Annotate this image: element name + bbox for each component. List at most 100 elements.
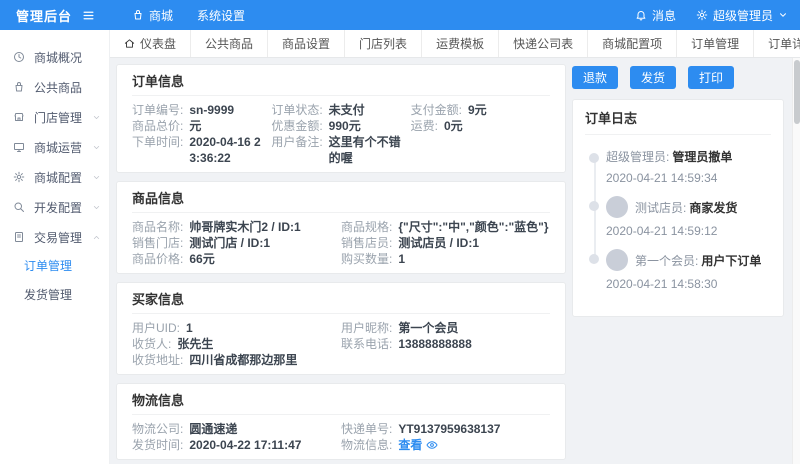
tab-order-detail[interactable]: 订单详细 [754, 30, 800, 57]
sidebar-subitem-order-management[interactable]: 订单管理 [0, 252, 109, 281]
field-label: 物流信息: [341, 437, 392, 453]
topnav-label: 系统设置 [197, 7, 245, 24]
tab-label: 仪表盘 [140, 35, 176, 52]
order-icon [13, 231, 25, 243]
chevron-down-icon [92, 173, 101, 182]
field-label: 收货人: [132, 336, 171, 352]
app-logo: 管理后台 [0, 6, 110, 25]
scrollbar[interactable] [792, 58, 800, 464]
field-label: 收货地址: [132, 352, 183, 368]
field-label: 用户昵称: [341, 320, 392, 336]
field-label: 订单状态: [271, 102, 322, 118]
topnav-system-settings[interactable]: 系统设置 [185, 0, 257, 30]
scrollbar-thumb[interactable] [794, 60, 800, 124]
tab-express-company[interactable]: 快递公司表 [499, 30, 588, 57]
home-icon [124, 38, 135, 49]
detail-cards: 订单信息订单编号:sn-9999商品总价:元下单时间:2020-04-16 23… [116, 64, 566, 464]
print-button[interactable]: 打印 [688, 66, 734, 89]
sidebar-item-mall-operation[interactable]: 商城运营 [0, 132, 109, 162]
field-row: 物流公司:圆通速递 [132, 421, 341, 437]
field-value: 990元 [329, 118, 361, 134]
magnifier-icon [13, 201, 25, 213]
avatar [606, 249, 628, 271]
refund-button[interactable]: 退款 [572, 66, 618, 89]
avatar [606, 196, 628, 218]
order-log-timeline: 超级管理员:管理员撤单2020-04-21 14:59:34测试店员:商家发货2… [585, 135, 771, 291]
tab-dashboard[interactable]: 仪表盘 [110, 30, 191, 57]
field-value: 2020-04-22 17:11:47 [189, 437, 301, 453]
field-row: 订单状态: 未支付 [271, 102, 410, 118]
card-title: 订单信息 [132, 65, 550, 96]
field-value: 张先生 [177, 336, 213, 352]
user-menu-button[interactable]: 超级管理员 [696, 7, 788, 24]
field-label: 购买数量: [341, 251, 392, 267]
main-area: 仪表盘公共商品商品设置门店列表运费模板快递公司表商城配置项订单管理订单详细订单详… [110, 30, 800, 464]
log-entry-line: 测试店员:商家发货 [606, 196, 771, 218]
sidebar-subitem-shipping-management[interactable]: 发货管理 [0, 281, 109, 310]
chevron-down-icon [778, 10, 788, 20]
sidebar-item-mall-overview[interactable]: 商城概况 [0, 42, 109, 72]
field-value: YT9137959638137 [398, 421, 500, 437]
field-row: 用户备注:这里有个不错的喔 [271, 134, 410, 166]
field-value: 圆通速递 [189, 421, 237, 437]
topbar-right: 消息 超级管理员 [635, 7, 800, 24]
sidebar-item-label: 商城运营 [34, 139, 82, 156]
card-title: 买家信息 [132, 283, 550, 314]
sidebar-item-mall-config[interactable]: 商城配置 [0, 162, 109, 192]
order-log-title: 订单日志 [585, 100, 771, 135]
sidebar-item-label: 公共商品 [34, 79, 82, 96]
log-time: 2020-04-21 14:58:30 [606, 277, 771, 291]
field-row: 购买数量:1 [341, 251, 550, 267]
tab-freight-template[interactable]: 运费模板 [422, 30, 499, 57]
card-body: 商品名称:帅哥牌实木门2 / ID:1销售门店:测试门店 / ID:1商品价格:… [132, 213, 550, 269]
tab-label: 商品设置 [282, 35, 330, 52]
sidebar-item-trade-management[interactable]: 交易管理 [0, 222, 109, 252]
sidebar-item-label: 商城概况 [34, 49, 82, 66]
log-author: 测试店员: [635, 199, 686, 216]
ship-button[interactable]: 发货 [630, 66, 676, 89]
log-action: 管理员撤单 [672, 148, 732, 165]
sidebar-item-dev-config[interactable]: 开发配置 [0, 192, 109, 222]
tab-public-goods[interactable]: 公共商品 [191, 30, 268, 57]
tab-mall-config-item[interactable]: 商城配置项 [588, 30, 677, 57]
tab-goods-settings[interactable]: 商品设置 [268, 30, 345, 57]
field-label: 联系电话: [341, 336, 392, 352]
order-info-card: 订单信息订单编号:sn-9999商品总价:元下单时间:2020-04-16 23… [116, 64, 566, 173]
sidebar: 商城概况公共商品门店管理商城运营商城配置开发配置交易管理订单管理发货管理 [0, 30, 110, 464]
action-buttons: 退款发货打印 [572, 66, 784, 89]
tab-order-management[interactable]: 订单管理 [677, 30, 754, 57]
tab-label: 公共商品 [205, 35, 253, 52]
chevron-down-icon [92, 143, 101, 152]
field-row: 商品规格:{"尺寸":"中","颜色":"蓝色"} [341, 219, 550, 235]
logistics-info-card: 物流信息物流公司:圆通速递发货时间:2020-04-22 17:11:47快递单… [116, 383, 566, 460]
field-value: 第一个会员 [398, 320, 458, 336]
buyer-info-card: 买家信息用户UID:1收货人:张先生收货地址:四川省成都那边那里用户昵称:第一个… [116, 282, 566, 375]
bell-icon [635, 9, 647, 21]
view-logistics-link[interactable]: 查看 [398, 437, 438, 453]
topnav-mall[interactable]: 商城 [120, 0, 185, 30]
tab-store-list[interactable]: 门店列表 [345, 30, 422, 57]
card-body: 用户UID:1收货人:张先生收货地址:四川省成都那边那里用户昵称:第一个会员联系… [132, 314, 550, 370]
sidebar-item-store-management[interactable]: 门店管理 [0, 102, 109, 132]
field-label: 订单编号: [132, 102, 183, 118]
field-row: 销售店员:测试店员 / ID:1 [341, 235, 550, 251]
monitor-icon [13, 141, 25, 153]
tab-label: 订单详细 [768, 35, 800, 52]
field-label: 运费: [411, 118, 438, 134]
messages-button[interactable]: 消息 [635, 7, 676, 24]
field-row: 收货人: 张先生 [132, 336, 341, 352]
field-label: 商品价格: [132, 251, 183, 267]
sidebar-item-label: 商城配置 [34, 169, 82, 186]
menu-toggle-icon[interactable] [82, 9, 95, 22]
log-entry-line: 超级管理员:管理员撤单 [606, 148, 771, 165]
field-column: 支付金额:9元运费:0元 [411, 102, 550, 166]
field-row: 销售门店:测试门店 / ID:1 [132, 235, 341, 251]
layout: 商城概况公共商品门店管理商城运营商城配置开发配置交易管理订单管理发货管理 仪表盘… [0, 30, 800, 464]
tab-label: 订单管理 [691, 35, 739, 52]
field-label: 销售店员: [341, 235, 392, 251]
sidebar-item-public-goods[interactable]: 公共商品 [0, 72, 109, 102]
field-value: 未支付 [329, 102, 365, 118]
field-row: 优惠金额:990元 [271, 118, 410, 134]
shop-bag-icon [132, 9, 144, 21]
field-row: 用户UID:1 [132, 320, 341, 336]
